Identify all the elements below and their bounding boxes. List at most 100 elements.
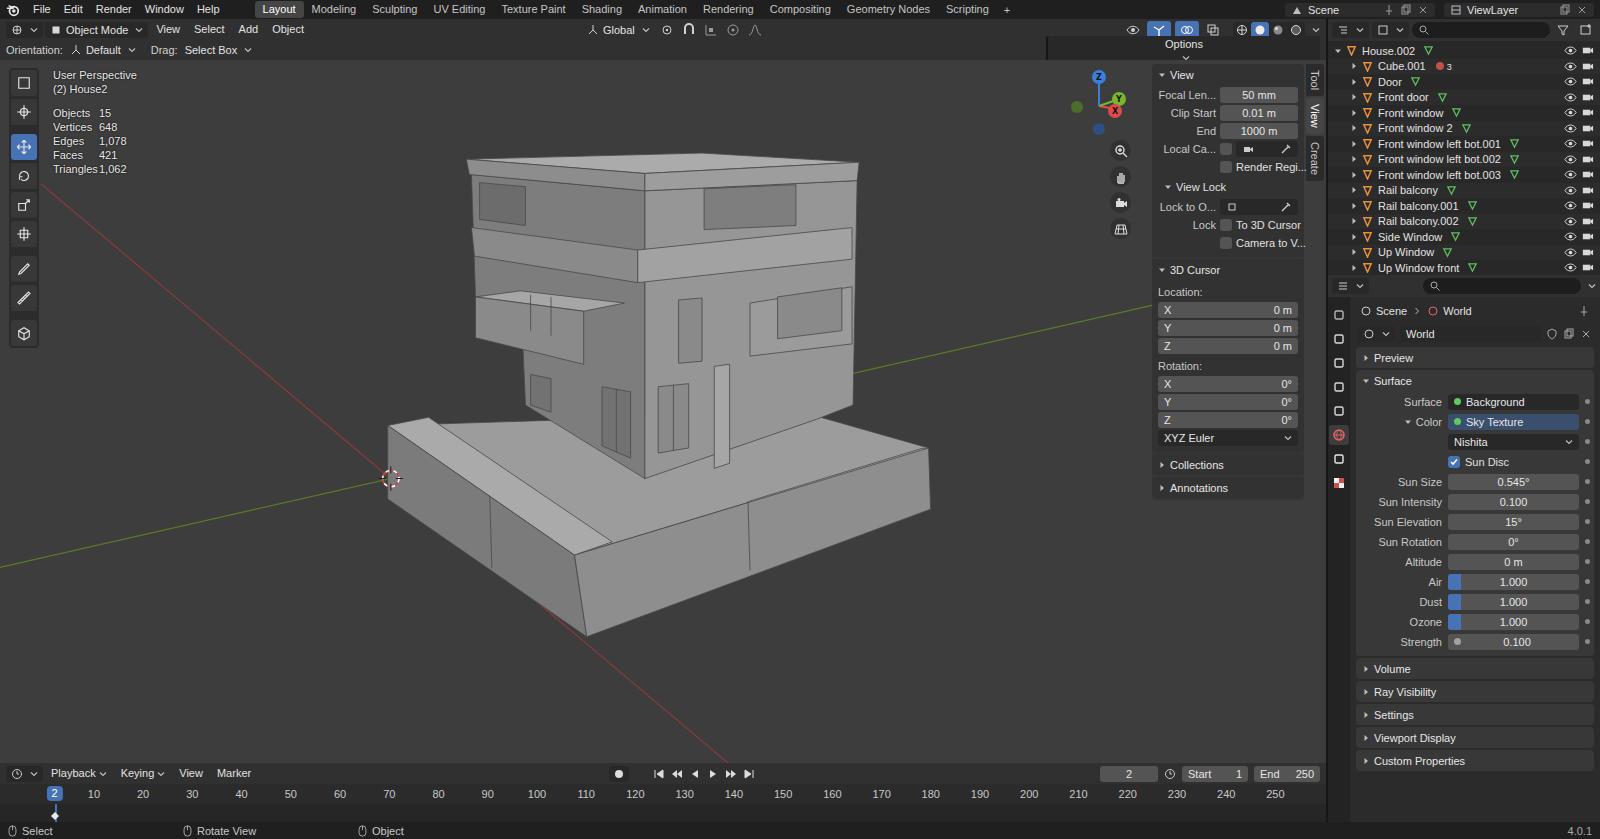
render-camera-icon[interactable] [1581,106,1594,119]
keyframe-decorator[interactable] [1585,439,1590,444]
scene-name[interactable]: Scene [1308,4,1378,16]
number-field[interactable]: 15° [1448,514,1579,530]
render-camera-icon[interactable] [1581,230,1594,243]
object-name[interactable]: Front window [1378,107,1443,119]
properties-tab[interactable] [1329,473,1349,493]
axis-field[interactable]: X0° [1158,376,1298,392]
properties-tab[interactable] [1329,305,1349,325]
eye-icon[interactable] [1564,60,1577,73]
eye-icon[interactable] [1564,215,1577,228]
panel-header[interactable]: Viewport Display [1356,727,1594,748]
eye-icon[interactable] [1564,168,1577,181]
outliner-row[interactable]: Front window left bot.001 [1328,136,1600,152]
copy-icon[interactable] [1400,4,1412,16]
object-name[interactable]: Door [1378,76,1402,88]
disclosure-arrow-icon[interactable] [1350,248,1358,256]
render-camera-icon[interactable] [1581,91,1594,104]
close-icon[interactable] [1576,4,1588,16]
workspace-tab[interactable]: Layout [255,1,304,18]
snap-icon[interactable] [682,23,696,37]
object-name[interactable]: Cube.001 [1378,60,1426,72]
object-field[interactable] [1220,199,1298,215]
gizmo-z[interactable] [1092,70,1106,84]
outliner-row[interactable]: Front door [1328,90,1600,106]
3d-viewport[interactable]: User Perspective (2) House2 Objects 15Ve… [0,60,1326,763]
disclosure-arrow-icon[interactable] [1362,734,1370,742]
disclosure-arrow-icon[interactable] [1350,186,1358,194]
number-field[interactable]: 0.545° [1448,474,1579,490]
disclosure-arrow-icon[interactable] [1164,183,1172,191]
eye-icon[interactable] [1564,137,1577,150]
panel-header[interactable]: Settings [1356,704,1594,725]
viewport-menu[interactable]: Select [188,21,231,38]
xray-icon[interactable] [1206,23,1220,37]
object-name[interactable]: Up Window [1378,246,1434,258]
record-button[interactable] [609,766,629,782]
panel-header[interactable]: Annotations [1152,477,1304,498]
disclosure-arrow-icon[interactable] [1158,71,1166,79]
jump-end-icon[interactable] [743,768,755,780]
display-mode-button[interactable] [1372,22,1409,38]
keyframe-decorator[interactable] [1585,499,1590,504]
tool-button[interactable] [11,70,37,96]
disclosure-arrow-icon[interactable] [1350,62,1358,70]
object-name[interactable]: Front window left bot.002 [1378,153,1501,165]
playhead[interactable]: 2 [46,786,62,801]
object-name[interactable]: Up Window front [1378,262,1459,274]
render-camera-icon[interactable] [1581,75,1594,88]
eye-icon[interactable] [1564,184,1577,197]
keyframe-decorator[interactable] [1585,559,1590,564]
prev-key-icon[interactable] [671,768,683,780]
gizmo-y[interactable] [1112,92,1126,106]
workspace-tab[interactable]: UV Editing [425,1,493,18]
workspace-tab[interactable]: Animation [630,1,695,18]
house-model[interactable] [388,153,931,637]
outliner-row[interactable]: House.002 [1328,43,1600,59]
outliner-search[interactable] [1412,22,1550,38]
number-field[interactable]: 0° [1448,534,1579,550]
render-camera-icon[interactable] [1581,168,1594,181]
workspace-tab[interactable]: Compositing [762,1,839,18]
properties-tab[interactable] [1329,329,1349,349]
slider-field[interactable]: 1.000 [1448,594,1579,610]
close-icon[interactable] [1417,4,1429,16]
checkbox[interactable] [1220,143,1232,155]
properties-tab[interactable] [1329,425,1349,445]
object-name[interactable]: Side Window [1378,231,1442,243]
unlink-icon[interactable] [1580,328,1592,340]
eye-icon[interactable] [1564,230,1577,243]
eye-icon[interactable] [1564,199,1577,212]
eye-icon[interactable] [1564,44,1577,57]
menu-item[interactable]: File [27,1,57,18]
checkbox-label[interactable]: Camera to V... [1236,237,1306,249]
object-name[interactable]: Front window 2 [1378,122,1453,134]
object-name[interactable]: Front window left bot.003 [1378,169,1501,181]
scene-selector[interactable]: Scene [1285,3,1435,17]
breadcrumb-item[interactable]: Scene [1376,305,1407,317]
panel-header[interactable]: 3D Cursor [1152,259,1304,280]
blender-logo-icon[interactable] [6,3,20,17]
subpanel-header[interactable]: View Lock [1158,177,1298,197]
panel-header[interactable]: View [1152,64,1304,85]
properties-tab[interactable] [1329,377,1349,397]
number-field[interactable]: 50 mm [1220,87,1298,103]
outliner-row[interactable]: Up Window [1328,245,1600,261]
panel-header[interactable]: Ray Visibility [1356,681,1594,702]
tool-button[interactable] [11,320,37,346]
object-name[interactable]: Front door [1378,91,1429,103]
next-key-icon[interactable] [725,768,737,780]
outliner-row[interactable]: Front window left bot.002 [1328,152,1600,168]
outliner-row[interactable]: Door [1328,74,1600,90]
socket-field[interactable]: Background [1448,394,1579,410]
3d-cursor-icon[interactable] [379,466,403,490]
new-collection-icon[interactable] [1579,23,1593,37]
outliner-row[interactable]: Cube.001 3 [1328,59,1600,75]
keyframe-decorator[interactable] [1585,419,1590,424]
keyframe-icon[interactable] [51,812,59,820]
checkbox-label[interactable]: Sun Disc [1465,456,1509,468]
view-layer-selector[interactable]: ViewLayer [1444,3,1594,17]
keyframe-decorator[interactable] [1585,459,1590,464]
render-camera-icon[interactable] [1581,261,1594,274]
outliner-row[interactable]: Rail balcony [1328,183,1600,199]
disclosure-arrow-icon[interactable] [1350,233,1358,241]
